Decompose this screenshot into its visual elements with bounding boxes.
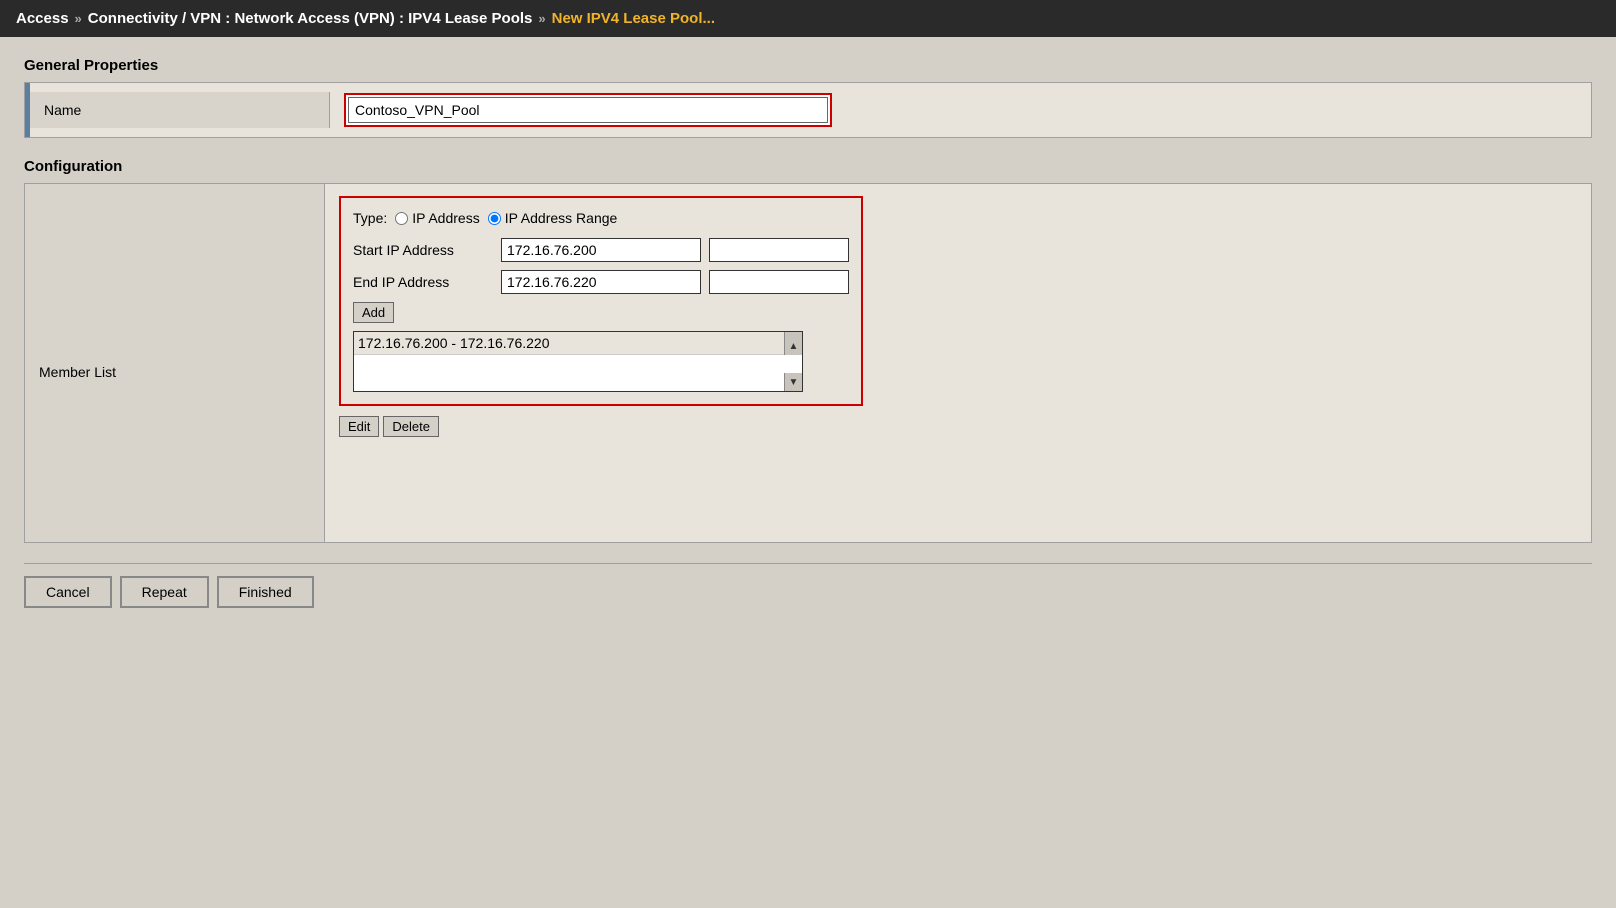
start-ip-label: Start IP Address [353, 242, 493, 258]
end-ip-label: End IP Address [353, 274, 493, 290]
end-ip-input[interactable] [501, 270, 701, 294]
breadcrumb-sep1: » [75, 11, 82, 26]
page-content: General Properties Name Configuration Me… [0, 37, 1616, 903]
name-input[interactable] [348, 97, 828, 123]
end-ip-row: End IP Address [353, 270, 849, 294]
cancel-button[interactable]: Cancel [24, 576, 112, 608]
delete-button[interactable]: Delete [383, 416, 439, 437]
add-button[interactable]: Add [353, 302, 394, 323]
action-buttons: Cancel Repeat Finished [24, 563, 1592, 620]
type-row: Type: IP Address IP Address Range [353, 210, 849, 226]
ip-address-range-radio[interactable] [488, 212, 501, 225]
configuration-form-row: Member List Type: IP Address IP Address … [24, 183, 1592, 543]
edit-button[interactable]: Edit [339, 416, 379, 437]
member-list-item-1-text: 172.16.76.200 - 172.16.76.220 [358, 335, 550, 351]
name-label: Name [44, 102, 81, 118]
breadcrumb: Access » Connectivity / VPN : Network Ac… [0, 0, 1616, 37]
finished-button[interactable]: Finished [217, 576, 314, 608]
breadcrumb-sep2: » [538, 11, 545, 26]
start-ip-row: Start IP Address [353, 238, 849, 262]
member-list-label: Member List [39, 364, 116, 380]
end-ip-extra-input[interactable] [709, 270, 849, 294]
repeat-button[interactable]: Repeat [120, 576, 209, 608]
breadcrumb-part3: New IPV4 Lease Pool... [552, 10, 715, 27]
start-ip-extra-input[interactable] [709, 238, 849, 262]
member-list[interactable]: 172.16.76.200 - 172.16.76.220 ▲ ▼ [353, 331, 803, 392]
ip-address-radio[interactable] [395, 212, 408, 225]
breadcrumb-part1: Access [16, 10, 69, 27]
configuration-title: Configuration [24, 158, 1592, 175]
breadcrumb-part2: Connectivity / VPN : Network Access (VPN… [88, 10, 533, 27]
scroll-down-button[interactable]: ▼ [784, 373, 802, 391]
name-field-wrapper [344, 93, 832, 127]
member-list-item-2[interactable]: ▼ [354, 355, 802, 391]
config-highlight-box: Type: IP Address IP Address Range Start … [339, 196, 863, 406]
ip-address-range-radio-label[interactable]: IP Address Range [488, 210, 618, 226]
ip-address-radio-label[interactable]: IP Address [395, 210, 479, 226]
ip-address-range-option: IP Address Range [505, 210, 618, 226]
member-list-item-1[interactable]: 172.16.76.200 - 172.16.76.220 ▲ [354, 332, 802, 355]
type-label: Type: [353, 210, 387, 226]
start-ip-input[interactable] [501, 238, 701, 262]
general-properties-title: General Properties [24, 57, 1592, 74]
name-form-row: Name [24, 82, 1592, 138]
edit-delete-row: Edit Delete [339, 416, 1577, 437]
ip-address-option: IP Address [412, 210, 479, 226]
